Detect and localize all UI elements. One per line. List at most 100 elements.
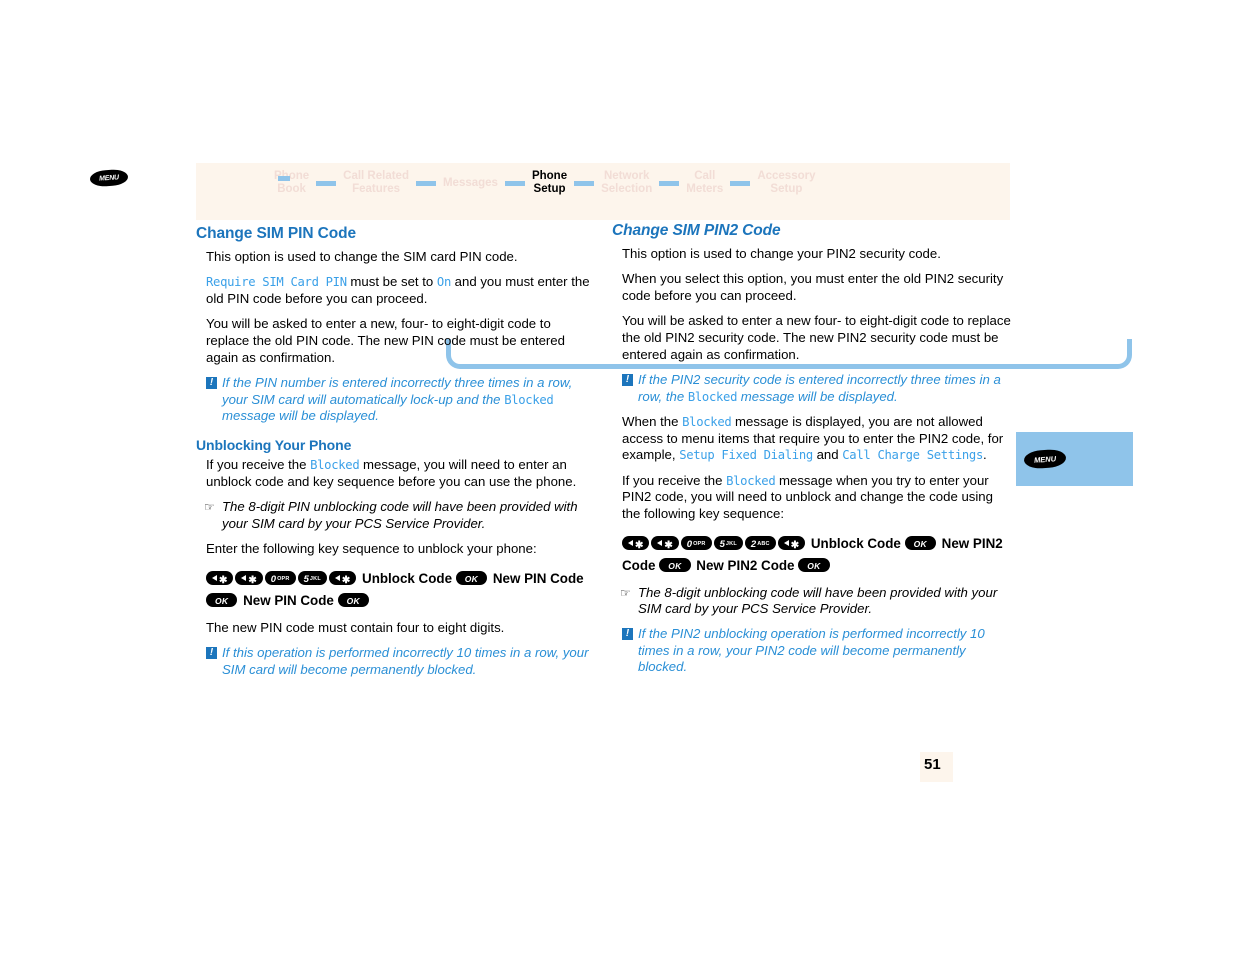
back-star-key-icon: ✱ — [206, 571, 234, 586]
pointing-hand-icon: ☞ — [620, 585, 631, 600]
text-fragment: must be set to — [346, 274, 437, 290]
chapter-navigation-banner: Phone Book Call Related Features Messages P… — [196, 163, 1132, 369]
text-fragment: When the — [622, 413, 683, 429]
section-heading-unblocking: Unblocking Your Phone — [196, 437, 352, 454]
warning-note-pin2-permanent-block: ! If the PIN2 unblocking operation is per… — [612, 626, 1012, 675]
number-key-0-icon: 0OPR — [264, 571, 296, 586]
paragraph-require-pin: Require SIM Card PIN must be set to On a… — [196, 274, 596, 307]
breadcrumb: Phone Book Call Related Features Messages P… — [196, 166, 1010, 200]
text-fragment: If you receive the — [622, 472, 727, 488]
key-sequence-unblock-pin: ✱ ✱ 0OPR 5JKL ✱ Unblock Code OK New PIN Code… — [196, 567, 596, 611]
paragraph-unblock-pin2: If you receive the Blocked message when … — [612, 473, 1012, 523]
breadcrumb-item-messages[interactable]: Messages — [443, 177, 498, 190]
paragraph-enter-sequence: Enter the following key sequence to unbl… — [196, 541, 596, 558]
warning-icon: ! — [622, 374, 633, 387]
ok-key-icon: OK — [337, 593, 369, 608]
warning-icon: ! — [622, 628, 633, 641]
left-column: Change SIM PIN Code This option is used … — [196, 225, 596, 687]
side-menu-tab[interactable]: MENU — [1016, 432, 1133, 486]
paragraph-old-pin2: When you select this option, you must en… — [612, 271, 1012, 304]
breadcrumb-item-call-related-features[interactable]: Call Related Features — [343, 170, 409, 196]
breadcrumb-lead-dash — [278, 176, 290, 181]
tip-text: The 8-digit PIN unblocking code will hav… — [222, 499, 578, 531]
back-star-key-icon: ✱ — [328, 571, 357, 586]
ui-term-on: On — [436, 275, 451, 290]
breadcrumb-separator — [659, 180, 680, 186]
breadcrumb-item-phone-book[interactable]: Phone Book — [274, 170, 309, 196]
breadcrumb-separator — [504, 180, 525, 186]
paragraph-text: This option is used to change the SIM ca… — [206, 248, 518, 264]
breadcrumb-item-phone-setup[interactable]: Phone Setup — [532, 170, 567, 196]
ui-term-blocked: Blocked — [726, 473, 776, 488]
key-sequence-label: New PIN2 Code — [692, 557, 799, 573]
ok-key-icon: OK — [904, 536, 936, 551]
ok-key-icon: OK — [455, 571, 488, 586]
note-text: message will be displayed. — [737, 388, 898, 404]
menu-key-icon[interactable]: MENU — [1023, 448, 1067, 470]
key-sequence-unblock-pin2: ✱ ✱ 0OPR 5JKL 2ABC ✱ Unblock Code OK New PIN2… — [612, 532, 1012, 576]
tip-text: The 8-digit unblocking code will have be… — [638, 584, 998, 616]
warning-note-pin2-blocked: ! If the PIN2 security code is entered in… — [612, 372, 1012, 405]
breadcrumb-item-accessory-setup[interactable]: Accessory Setup — [757, 170, 815, 196]
key-sequence-label: New PIN Code — [239, 592, 338, 608]
text-fragment: and — [812, 447, 843, 463]
section-title-pin2: Change SIM PIN2 Code — [612, 222, 781, 239]
paragraph-text: This option is used to change your PIN2 … — [622, 245, 941, 261]
menu-key-label: MENU — [98, 173, 120, 183]
paragraph-blocked-access: When the Blocked message is displayed, y… — [612, 414, 1012, 464]
back-star-key-icon: ✱ — [235, 571, 263, 586]
paragraph-text: When you select this option, you must en… — [622, 271, 1004, 303]
tip-note-unblocking-code: ☞ The 8-digit PIN unblocking code will ha… — [196, 499, 596, 532]
key-sequence-label: Unblock Code — [358, 570, 456, 586]
paragraph-new-code: You will be asked to enter a new, four- … — [196, 316, 596, 366]
ui-term-blocked: Blocked — [682, 414, 732, 429]
tip-note-unblocking-code-pin2: ☞ The 8-digit unblocking code will have b… — [612, 585, 1012, 618]
paragraph-intro: This option is used to change the SIM ca… — [196, 249, 596, 266]
ui-term-setup-fixed-dialing: Setup Fixed Dialing — [679, 448, 813, 463]
back-star-key-icon: ✱ — [622, 536, 650, 551]
paragraph-blocked-message: If you receive the Blocked message, you … — [196, 457, 596, 490]
ok-key-icon: OK — [659, 558, 691, 573]
warning-icon: ! — [206, 647, 217, 660]
paragraph-intro-pin2: This option is used to change your PIN2 … — [612, 246, 1012, 263]
warning-note-pin-lockup: ! If the PIN number is entered incorrectl… — [196, 375, 596, 424]
warning-icon: ! — [206, 377, 217, 390]
paragraph-digit-requirement: The new PIN code must contain four to ei… — [196, 620, 596, 637]
key-sequence-label: Unblock Code — [807, 535, 905, 551]
paragraph-text: You will be asked to enter a new four- t… — [622, 313, 1011, 362]
ui-term-call-charge-settings: Call Charge Settings — [842, 448, 984, 463]
key-sequence-label: New PIN Code — [489, 570, 584, 586]
breadcrumb-separator — [415, 180, 436, 186]
side-tab-menu-label: MENU — [1033, 453, 1057, 465]
number-key-2-icon: 2ABC — [744, 536, 776, 551]
right-column: Change SIM PIN2 Code This option is used… — [612, 222, 1012, 685]
paragraph-text: Enter the following key sequence to unbl… — [206, 540, 537, 556]
ui-term-blocked: Blocked — [687, 389, 738, 404]
ok-key-icon: OK — [798, 558, 830, 573]
breadcrumb-separator — [316, 180, 337, 186]
back-star-key-icon: ✱ — [777, 536, 806, 551]
ui-term-blocked: Blocked — [504, 392, 554, 407]
page-number: 51 — [920, 752, 953, 782]
number-key-5-icon: 5JKL — [713, 536, 743, 551]
text-fragment: If you receive the — [206, 456, 311, 472]
paragraph-text: The new PIN code must contain four to ei… — [206, 619, 505, 635]
text-fragment: . — [983, 447, 987, 463]
warning-note-permanent-block: ! If this operation is performed incorrec… — [196, 645, 596, 678]
page-title: Change SIM PIN Code — [196, 225, 357, 242]
note-text: If the PIN2 unblocking operation is perf… — [638, 626, 985, 675]
breadcrumb-item-network-selection[interactable]: Network Selection — [601, 170, 652, 196]
ui-term-require-sim-card-pin: Require SIM Card PIN — [206, 275, 347, 290]
breadcrumb-item-call-meters[interactable]: Call Meters — [686, 170, 723, 196]
menu-key-icon[interactable]: MENU — [89, 168, 129, 188]
paragraph-new-pin2: You will be asked to enter a new four- t… — [612, 313, 1012, 363]
number-key-5-icon: 5JKL — [297, 571, 327, 586]
pointing-hand-icon: ☞ — [204, 500, 215, 515]
note-text: message will be displayed. — [222, 407, 379, 423]
back-star-key-icon: ✱ — [651, 536, 679, 551]
ok-key-icon: OK — [206, 593, 238, 608]
number-key-0-icon: 0OPR — [680, 536, 712, 551]
ui-term-blocked: Blocked — [310, 457, 360, 472]
page-number-value: 51 — [924, 756, 941, 773]
note-text: If this operation is performed incorrect… — [222, 645, 589, 677]
